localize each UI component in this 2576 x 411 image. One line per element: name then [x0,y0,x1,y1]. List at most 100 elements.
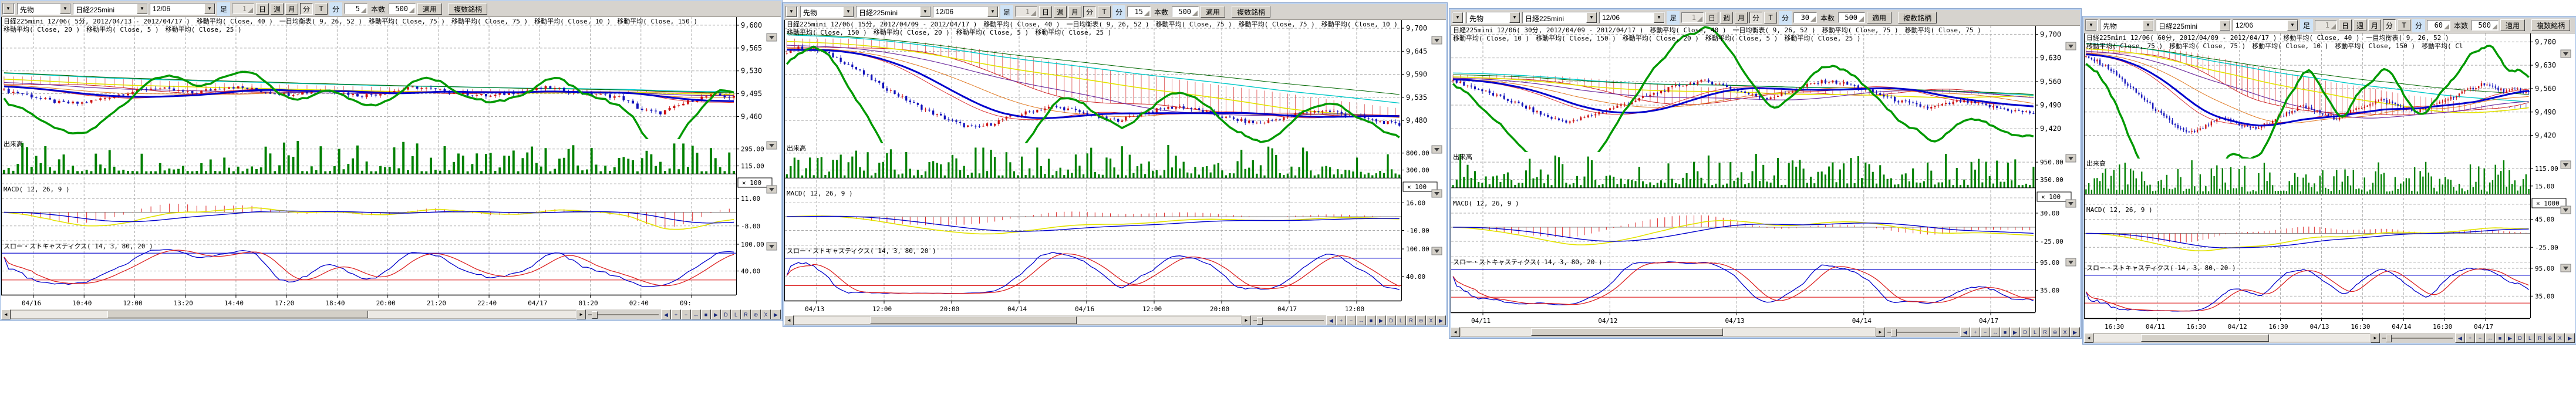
contract-select[interactable]: 12/06▼ [933,6,999,18]
chart-tool-button-7[interactable]: L [2525,333,2535,343]
price-chart[interactable]: 9,7009,6309,5609,4909,420115.0015.00出来高×… [2084,33,2575,333]
minute-mode-button[interactable]: 分 [1083,6,1096,18]
tick-mode-button[interactable]: T [1764,12,1777,23]
scrollbar-thumb[interactable] [1531,328,1723,336]
chart-tool-button-11[interactable]: ▶ [2565,333,2575,343]
section-collapse-button[interactable] [1432,247,1442,255]
chart-tool-button-2[interactable]: − [1980,327,1990,337]
chart-tool-button-10[interactable]: X [2555,333,2565,343]
chart-tool-button-3[interactable]: ↔ [1356,315,1366,325]
zoom-slider[interactable] [588,311,659,318]
chart-tool-button-1[interactable]: + [1970,327,1980,337]
chart-tool-button-6[interactable]: D [721,309,731,319]
weekly-button[interactable]: 週 [1720,12,1733,23]
minute-spinner[interactable]: 5 [344,4,367,14]
chart-tool-button-10[interactable]: X [2060,327,2070,337]
daily-button[interactable]: 日 [2339,19,2352,31]
window-menu-dropdown[interactable]: ▼ [785,6,798,18]
minute-spinner[interactable]: 15 [1127,6,1151,17]
chart-tool-button-5[interactable]: ▶ [711,309,721,319]
scroll-right-button[interactable]: ► [1876,327,1885,337]
contract-select[interactable]: 12/06▼ [150,3,215,15]
window-menu-dropdown[interactable]: ▼ [2,3,15,15]
section-collapse-button[interactable] [2561,50,2571,58]
instrument-select[interactable]: 日経225mini▼ [73,3,148,15]
scrollbar-track[interactable] [1460,328,1876,336]
section-collapse-button[interactable] [767,186,777,193]
scrollbar-thumb[interactable] [2141,334,2269,342]
chart-tool-button-0[interactable]: ◀ [1960,327,1970,337]
scroll-left-button[interactable]: ◄ [1451,327,1460,337]
zoom-slider[interactable] [1253,316,1324,324]
section-collapse-button[interactable] [2561,206,2571,214]
scroll-left-button[interactable]: ◄ [2084,333,2093,343]
monthly-button[interactable]: 月 [1068,6,1081,18]
chart-tool-button-5[interactable]: ▶ [2010,327,2020,337]
section-collapse-button[interactable] [767,142,777,149]
scrollbar-track[interactable] [2093,333,2371,342]
minute-mode-button[interactable]: 分 [300,3,313,15]
zoom-slider[interactable] [2382,334,2453,342]
chart-tool-button-2[interactable]: − [681,309,691,319]
chart-tool-button-6[interactable]: D [2020,327,2030,337]
price-chart[interactable]: 9,7009,6459,5909,5359,480800.00300.00出来高… [784,20,1446,315]
minute-mode-button[interactable]: 分 [1749,12,1762,23]
apply-button[interactable]: 適用 [2500,19,2525,31]
monthly-button[interactable]: 月 [1735,12,1748,23]
chart-tool-button-11[interactable]: ▶ [771,309,781,319]
contract-select[interactable]: 12/06▼ [1599,12,1665,23]
chart-tool-button-10[interactable]: X [761,309,771,319]
window-menu-dropdown[interactable]: ▼ [1452,12,1465,23]
monthly-button[interactable]: 月 [285,3,298,15]
scroll-right-button[interactable]: ► [2371,333,2380,343]
weekly-button[interactable]: 週 [2354,19,2366,31]
zoom-slider-thumb[interactable] [2386,335,2392,342]
zoom-slider[interactable] [1887,328,1958,336]
section-collapse-button[interactable] [2066,200,2076,207]
apply-button[interactable]: 適用 [1867,12,1891,23]
bars-spinner[interactable]: 500 [2472,20,2499,31]
chart-tool-button-4[interactable]: ■ [701,309,711,319]
chart-tool-button-1[interactable]: + [1336,315,1346,325]
chart-tool-button-0[interactable]: ◀ [1326,315,1336,325]
daily-button[interactable]: 日 [1039,6,1052,18]
apply-button[interactable]: 適用 [1201,6,1225,18]
chart-tool-button-3[interactable]: ↔ [691,309,701,319]
bars-spinner[interactable]: 500 [1838,12,1865,23]
chart-tool-button-11[interactable]: ▶ [1436,315,1446,325]
section-collapse-button[interactable] [2561,161,2571,169]
instrument-select[interactable]: 日経225mini▼ [1522,12,1597,23]
chart-tool-button-4[interactable]: ■ [2000,327,2010,337]
category-select[interactable]: 先物▼ [2100,19,2154,31]
category-select[interactable]: 先物▼ [800,6,854,18]
scroll-left-button[interactable]: ◄ [1,309,11,319]
minute-mode-button[interactable]: 分 [2383,19,2396,31]
scroll-right-button[interactable]: ► [1242,315,1251,325]
chart-tool-button-8[interactable]: R [2535,333,2545,343]
chart-tool-button-1[interactable]: + [2465,333,2475,343]
minute-spinner[interactable]: 30 [1793,12,1817,23]
price-chart[interactable]: 9,7009,6309,5609,4909,420950.00350.00出来高… [1451,26,2080,327]
multi-symbol-button[interactable]: 複数銘柄 [1232,6,1270,18]
section-collapse-button[interactable] [2066,154,2076,162]
price-chart[interactable]: 9,6009,5659,5309,4959,460295.00115.00出来高… [1,17,781,309]
chart-tool-button-0[interactable]: ◀ [2455,333,2465,343]
section-collapse-button[interactable] [2066,258,2076,266]
instrument-select[interactable]: 日経225mini▼ [2156,19,2231,31]
weekly-button[interactable]: 週 [1054,6,1067,18]
weekly-button[interactable]: 週 [271,3,284,15]
window-menu-dropdown[interactable]: ▼ [2085,19,2098,31]
zoom-slider-thumb[interactable] [1891,329,1897,336]
tick-count-spinner[interactable]: 1 [2315,20,2337,31]
category-select[interactable]: 先物▼ [17,3,71,15]
scrollbar-track[interactable] [794,316,1242,325]
zoom-slider-thumb[interactable] [592,311,598,319]
chart-tool-button-7[interactable]: L [2030,327,2040,337]
section-collapse-button[interactable] [767,242,777,250]
chart-tool-button-5[interactable]: ▶ [2505,333,2515,343]
chart-tool-button-2[interactable]: − [2475,333,2485,343]
multi-symbol-button[interactable]: 複数銘柄 [1898,12,1937,23]
scroll-right-button[interactable]: ► [576,309,586,319]
chart-tool-button-8[interactable]: R [1406,315,1416,325]
chart-tool-button-8[interactable]: R [2040,327,2050,337]
